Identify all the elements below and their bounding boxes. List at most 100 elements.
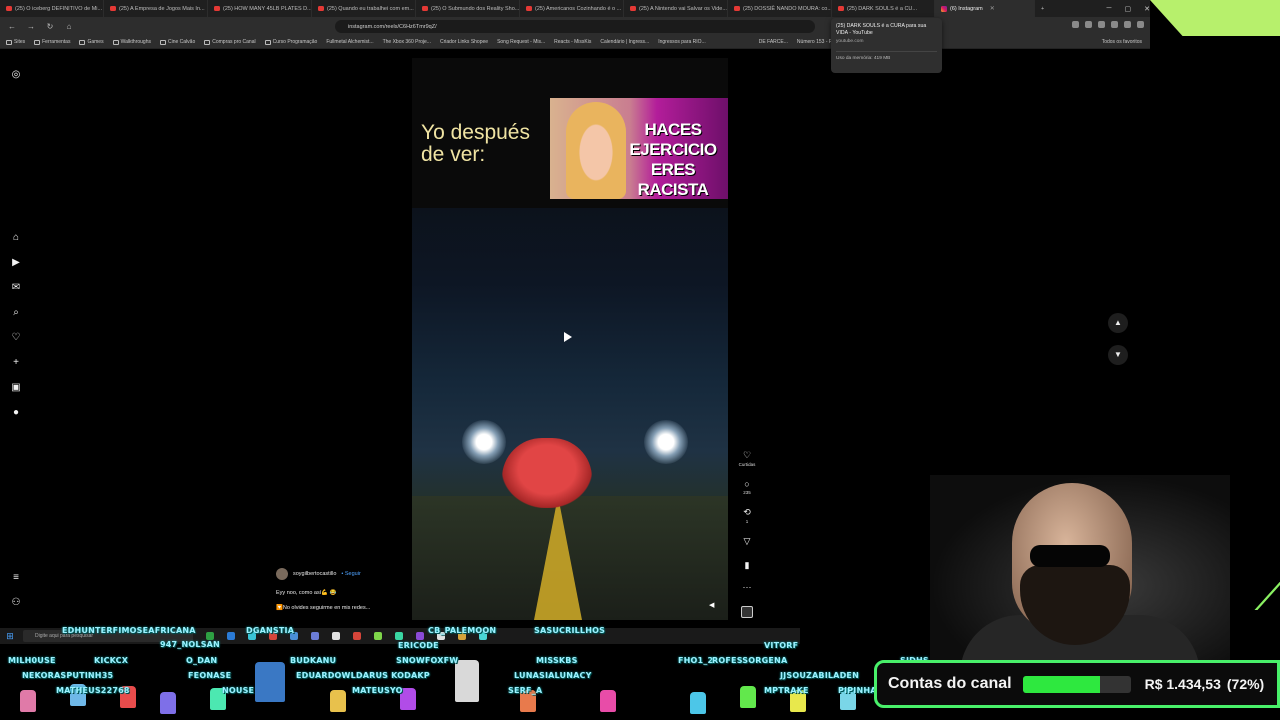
tab-label: (6) Instagram	[950, 5, 983, 12]
bookmark-item[interactable]: Song Request - Mis...	[497, 39, 545, 45]
folder-icon	[34, 39, 41, 45]
extension-icon[interactable]	[1072, 21, 1079, 28]
share-icon[interactable]: ▽	[735, 536, 759, 547]
chatter-name: PIPINHA	[838, 686, 877, 695]
chatter-name: CB_PALEMOON	[428, 626, 497, 635]
bookmark-item[interactable]: Walkthroughs	[112, 39, 151, 45]
author-username[interactable]: soygilbertocastillo	[293, 571, 336, 577]
browser-tab[interactable]: (25) HOW MANY 45LB PLATES D...	[208, 0, 312, 17]
bookmark-label: Curso Programação	[272, 39, 318, 45]
reposts-count: 1	[745, 519, 749, 524]
bookmark-item[interactable]: Games	[79, 39, 104, 45]
meta-icon[interactable]: ⚇	[10, 597, 22, 609]
reel-video[interactable]: Yo después de ver: HACES EJERCICIO ERES …	[412, 58, 728, 620]
instagram-icon	[941, 5, 947, 12]
stadium-light	[644, 420, 688, 464]
forward-icon[interactable]: →	[24, 22, 38, 31]
browser-tab[interactable]: (25) DOSSIÊ NANDO MOURA: co...	[728, 0, 832, 17]
tab-hover-card: (25) DARK SOULS é a CURA para sua VIDA -…	[831, 18, 942, 73]
chatter-name: NEKORASPUTINH35	[22, 671, 114, 680]
chatter-name: MISSKBS	[536, 656, 578, 665]
bookmark-label: Cine Calvão	[167, 39, 196, 45]
back-icon[interactable]: ←	[5, 22, 19, 31]
bookmark-item[interactable]: Ferramentas	[34, 39, 70, 45]
browser-tab[interactable]: (25) O Submundo dos Reality Sho...	[416, 0, 520, 17]
hover-card-title: (25) DARK SOULS é a CURA para sua VIDA -…	[836, 23, 927, 37]
chatter-name: DGANSTIA	[246, 626, 295, 635]
audio-thumbnail[interactable]	[741, 606, 753, 618]
chatters-overlay: EDHUNTERFIMOSEAFRICANA 947_NOLSAN DGANST…	[0, 622, 929, 720]
tab-label: (25) O iceberg DEFINITIVO de Mi...	[15, 5, 103, 12]
notifications-icon[interactable]: ♡	[10, 332, 22, 344]
youtube-icon	[318, 6, 324, 11]
play-icon[interactable]	[564, 332, 572, 342]
reel-author: soygilbertocastillo • Seguir	[276, 568, 361, 580]
all-bookmarks[interactable]: Todos os favoritos	[1102, 39, 1142, 45]
chatter-name: ERICODE	[398, 641, 439, 650]
bookmark-item[interactable]: DE FARCE...	[759, 39, 788, 45]
comment-button[interactable]: ○ 235	[735, 479, 759, 495]
save-icon[interactable]: ▮	[735, 560, 759, 571]
messages-icon[interactable]: ✉	[10, 282, 22, 294]
follow-button[interactable]: • Seguir	[341, 571, 360, 577]
menu-icon[interactable]	[1137, 21, 1144, 28]
browser-tab[interactable]: (25) A Empresa de Jogos Mais In...	[104, 0, 208, 17]
bookmark-item[interactable]: Reacts - MissKis	[554, 39, 591, 45]
repost-button[interactable]: ⟲ 1	[735, 507, 759, 524]
folder-icon	[204, 39, 211, 45]
chatter-sprite	[740, 686, 756, 708]
previous-reel-button[interactable]: ▲	[1108, 313, 1128, 333]
home-icon[interactable]: ⌂	[10, 232, 22, 244]
stadium-light	[462, 420, 506, 464]
bookmark-label: Criador Links Shopee	[439, 39, 489, 45]
bookmark-item[interactable]: The Xbox 360 Proje...	[383, 39, 431, 45]
bookmark-item[interactable]: Fullmetal Alchemist...	[326, 39, 373, 45]
author-avatar[interactable]	[276, 568, 288, 580]
instagram-logo-icon[interactable]: ◎	[10, 69, 22, 81]
chatter-sprite	[455, 660, 479, 702]
mute-icon[interactable]: ◀	[709, 601, 714, 609]
bookmark-item[interactable]: Curso Programação	[264, 39, 318, 45]
folder-icon	[6, 39, 12, 45]
profile-avatar[interactable]: ●	[10, 407, 22, 419]
search-icon[interactable]: ⌕	[10, 307, 22, 319]
create-icon[interactable]: +	[10, 357, 22, 369]
browser-tab[interactable]: (25) Americanos Cozinhando é o ...	[520, 0, 624, 17]
browser-tab-active[interactable]: (6) Instagram ✕	[935, 0, 1035, 17]
browser-tab[interactable]: (25) O iceberg DEFINITIVO de Mi...	[0, 0, 104, 17]
close-tab-icon[interactable]: ✕	[990, 5, 995, 12]
minimize-icon[interactable]: ─	[1107, 5, 1112, 12]
next-reel-button[interactable]: ▼	[1108, 345, 1128, 365]
reload-icon[interactable]: ↻	[43, 22, 57, 31]
chatter-name: ROFESSORGENA	[712, 656, 788, 665]
bookmark-item[interactable]: Sites	[6, 39, 25, 45]
inset-text: HACES EJERCICIO ERES RACISTA	[629, 120, 717, 199]
goal-amount: R$ 1.434,53	[1144, 676, 1221, 692]
maximize-icon[interactable]: ▢	[1125, 5, 1132, 13]
bookmark-item[interactable]: Criador Links Shopee	[440, 39, 488, 45]
extension-icon[interactable]	[1098, 21, 1105, 28]
bookmark-item[interactable]: Calendário | Ingress...	[600, 39, 649, 45]
reels-icon[interactable]: ▶	[10, 257, 22, 269]
dashboard-icon[interactable]: ▣	[10, 382, 22, 394]
extension-icon[interactable]	[1124, 21, 1131, 28]
goal-percent: (72%)	[1226, 676, 1265, 692]
close-window-icon[interactable]: ✕	[1144, 5, 1150, 13]
like-button[interactable]: ♡ Curtidas	[735, 450, 759, 467]
home-icon[interactable]: ⌂	[62, 22, 76, 31]
more-options-icon[interactable]: ···	[735, 582, 759, 592]
youtube-icon	[838, 6, 844, 11]
extension-icon[interactable]	[1085, 21, 1092, 28]
browser-tab[interactable]: (25) DARK SOULS é a CU...	[832, 0, 935, 17]
bookmark-item[interactable]: Cine Calvão	[159, 39, 196, 45]
bookmark-item[interactable]: Ingressos para RIO...	[658, 39, 706, 45]
browser-tab[interactable]: (25) A Nintendo vai Salvar os Vide...	[624, 0, 728, 17]
browser-tab[interactable]: (25) Quando eu trabalhei com em...	[312, 0, 416, 17]
url-field[interactable]: instagram.com/reels/C6Hz6Tmr9qZ/	[335, 20, 815, 33]
extension-icon[interactable]	[1111, 21, 1118, 28]
new-tab-button[interactable]: +	[1035, 0, 1050, 17]
bookmark-item[interactable]: Compras pro Canal	[204, 39, 256, 45]
more-menu-icon[interactable]: ≡	[10, 572, 22, 584]
reel-description-more[interactable]: 🔽No olvides seguirme en mis redes...	[276, 605, 370, 611]
chatter-sprite	[330, 690, 346, 712]
